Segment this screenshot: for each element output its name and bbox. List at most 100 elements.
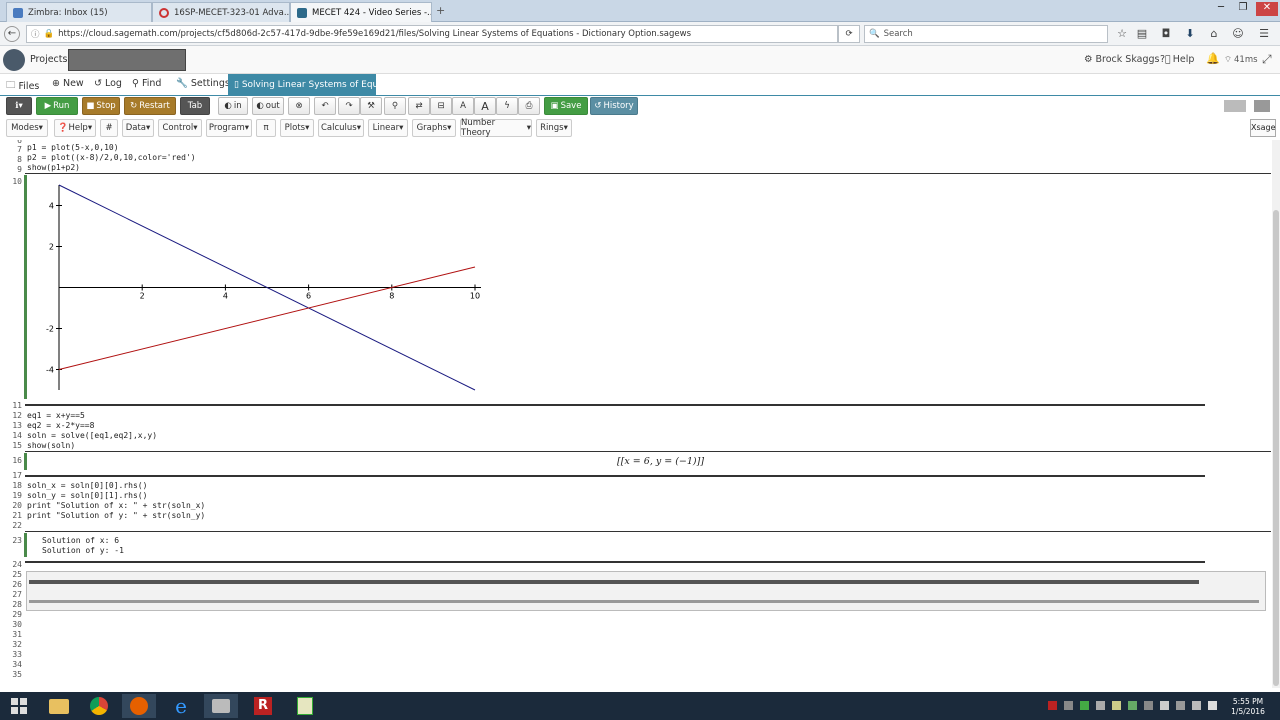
cancel-icon[interactable]: ⊗: [288, 97, 310, 115]
tray-icon[interactable]: [1096, 701, 1105, 710]
url-field[interactable]: ⓘ 🔒 https://cloud.sagemath.com/projects/…: [26, 25, 838, 43]
tray-r-icon[interactable]: [1048, 701, 1057, 710]
tray-icon[interactable]: [1080, 701, 1089, 710]
chrome-icon[interactable]: [82, 694, 116, 718]
help-link[interactable]: ?⃝ Help: [1160, 54, 1194, 65]
volume-icon[interactable]: [1208, 701, 1217, 710]
replace-icon[interactable]: ⇄: [408, 97, 430, 115]
menu-rings[interactable]: Rings ▾: [536, 119, 572, 137]
xsage-button[interactable]: Xsage: [1250, 119, 1276, 137]
menu-number-theory[interactable]: Number Theory ▾: [460, 118, 532, 138]
zoom-in-button[interactable]: ◐ in: [218, 97, 248, 115]
tab-button[interactable]: Tab: [180, 97, 210, 115]
code-line[interactable]: p2 = plot((x-8)/2,0,10,color='red'): [27, 153, 196, 162]
code-line[interactable]: soln_x = soln[0][0].rhs(): [27, 481, 147, 490]
menu-linear[interactable]: Linear ▾: [368, 119, 408, 137]
network-icon[interactable]: [1176, 701, 1185, 710]
tray-icon[interactable]: [1144, 701, 1153, 710]
menu-help[interactable]: ❓ Help ▾: [54, 119, 96, 137]
code-line[interactable]: eq1 = x+y==5: [27, 411, 85, 420]
search-box[interactable]: 🔍 Search: [864, 25, 1108, 43]
new-button[interactable]: ⊕ New: [52, 78, 84, 89]
code-line[interactable]: show(soln): [27, 441, 75, 450]
code-line[interactable]: show(p1+p2): [27, 163, 80, 172]
notepad-icon[interactable]: [288, 694, 322, 718]
reading-list-icon[interactable]: ▤: [1134, 26, 1150, 42]
split-view-icon[interactable]: ⊟: [430, 97, 452, 115]
log-button[interactable]: ↺ Log: [94, 78, 122, 89]
menu-pi[interactable]: π: [256, 119, 276, 137]
browser-tab-mecet[interactable]: MECET 424 - Video Series -... ✕: [290, 2, 432, 22]
menu-data[interactable]: Data ▾: [122, 119, 154, 137]
magic-wand-icon[interactable]: ⚒: [360, 97, 382, 115]
projects-link[interactable]: Projects: [30, 54, 67, 65]
redo-icon[interactable]: ↷: [338, 97, 360, 115]
download-icon[interactable]: ⬇: [1182, 26, 1198, 42]
star-icon[interactable]: ☆: [1114, 26, 1130, 42]
menu-program[interactable]: Program ▾: [206, 119, 252, 137]
internet-explorer-icon[interactable]: e: [164, 694, 198, 718]
stop-button[interactable]: ■ Stop: [82, 97, 120, 115]
run-button[interactable]: ▶ Run: [36, 97, 78, 115]
info-dropdown-button[interactable]: ℹ▾: [6, 97, 32, 115]
firefox-icon[interactable]: [122, 694, 156, 718]
chat-toggle-icon[interactable]: [1224, 100, 1246, 112]
sage-logo-icon[interactable]: [3, 49, 25, 71]
new-tab-button[interactable]: +: [436, 4, 445, 17]
search-icon[interactable]: ⚲: [384, 97, 406, 115]
fullscreen-icon[interactable]: ⤢: [1262, 52, 1272, 67]
bell-icon[interactable]: 🔔: [1206, 52, 1220, 65]
back-arrow-icon[interactable]: ←: [4, 26, 20, 42]
tray-icon[interactable]: [1112, 701, 1121, 710]
lightning-icon[interactable]: ϟ: [496, 97, 518, 115]
r-app-icon[interactable]: R: [246, 694, 280, 718]
menu-graphs[interactable]: Graphs ▾: [412, 119, 456, 137]
font-smaller-icon[interactable]: A: [452, 97, 474, 115]
file-explorer-icon[interactable]: [42, 694, 76, 718]
code-line[interactable]: p1 = plot(5-x,0,10): [27, 143, 119, 152]
editor-scrollbar[interactable]: [1272, 140, 1280, 688]
code-line[interactable]: print "Solution of y: " + str(soln_y): [27, 511, 205, 520]
camtasia-icon[interactable]: [204, 694, 238, 718]
maximize-icon[interactable]: ❐: [1234, 2, 1252, 16]
code-line[interactable]: soln = solve([eq1,eq2],x,y): [27, 431, 157, 440]
start-button[interactable]: [0, 694, 38, 718]
settings-button[interactable]: 🔧 Settings: [176, 78, 230, 89]
restart-button[interactable]: ↻ Restart: [124, 97, 176, 115]
tray-icon[interactable]: [1160, 701, 1169, 710]
print-icon[interactable]: ⎙: [518, 97, 540, 115]
home-icon[interactable]: ⌂: [1206, 26, 1222, 42]
chat-icon[interactable]: ☺: [1230, 26, 1246, 42]
minimize-icon[interactable]: ─: [1212, 2, 1230, 16]
project-title-thumbnail[interactable]: [68, 49, 186, 71]
clock[interactable]: 5:55 PM 1/5/2016: [1226, 697, 1270, 717]
display-icon[interactable]: [1192, 701, 1201, 710]
worksheet-editor[interactable]: 6 7 8 9 10 11 12 13 14 15 16 17 18 19 20…: [0, 140, 1272, 688]
user-menu[interactable]: ⚙ Brock Skaggs: [1084, 54, 1160, 65]
find-button[interactable]: ⚲ Find: [132, 78, 161, 89]
close-window-icon[interactable]: ✕: [1256, 2, 1278, 16]
open-file-tab[interactable]: ▯ Solving Linear Systems of Equ...: [228, 74, 376, 96]
pocket-icon[interactable]: ◘: [1158, 26, 1174, 42]
browser-tab-zimbra[interactable]: Zimbra: Inbox (15): [6, 2, 152, 22]
undo-icon[interactable]: ↶: [314, 97, 336, 115]
code-line[interactable]: eq2 = x-2*y==8: [27, 421, 94, 430]
menu-icon[interactable]: ☰: [1256, 26, 1272, 42]
tray-icon[interactable]: [1128, 701, 1137, 710]
menu-comment[interactable]: #: [100, 119, 118, 137]
menu-plots[interactable]: Plots ▾: [280, 119, 314, 137]
menu-modes[interactable]: Modes ▾: [6, 119, 48, 137]
history-button[interactable]: ↺ History: [590, 97, 638, 115]
scrollbar-thumb[interactable]: [1273, 210, 1279, 686]
code-line[interactable]: print "Solution of x: " + str(soln_x): [27, 501, 205, 510]
code-line[interactable]: soln_y = soln[0][1].rhs(): [27, 491, 147, 500]
video-icon[interactable]: [1254, 100, 1270, 112]
browser-tab-course[interactable]: 16SP-MECET-323-01 Adva...: [152, 2, 290, 22]
tray-icon[interactable]: [1064, 701, 1073, 710]
zoom-out-button[interactable]: ◐ out: [252, 97, 284, 115]
reload-icon[interactable]: ⟳: [838, 25, 860, 43]
font-larger-icon[interactable]: A: [474, 97, 496, 115]
files-button[interactable]: 🗀 Files: [6, 78, 39, 94]
menu-calculus[interactable]: Calculus ▾: [318, 119, 364, 137]
menu-control[interactable]: Control ▾: [158, 119, 202, 137]
